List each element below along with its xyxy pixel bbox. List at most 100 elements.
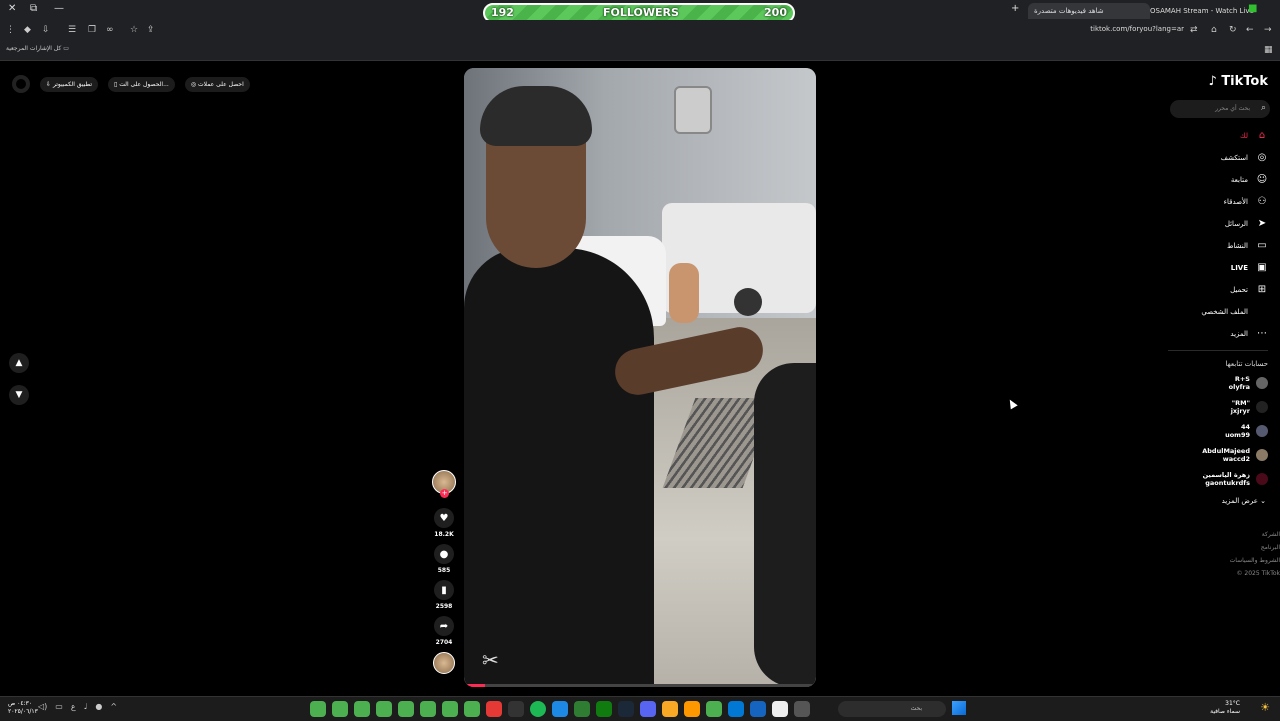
share-icon[interactable]: ⇪ (147, 25, 155, 35)
show-more-button[interactable]: ⌄ عرض المزيد (1222, 497, 1266, 505)
nav-upload[interactable]: ⊞ تحميل (1230, 284, 1268, 296)
tab-tiktok[interactable]: شاهد فيديوهات متصدرة (1028, 3, 1150, 19)
tray-app-icon[interactable]: ● (95, 702, 102, 711)
like-action[interactable]: ♥ 18.2K (428, 508, 460, 538)
keyboard-language-icon[interactable]: ع (71, 702, 76, 711)
calendar-icon[interactable] (772, 701, 788, 717)
chrome-icon[interactable] (706, 701, 722, 717)
get-coins-button[interactable]: ◎ احصل على عملات (184, 76, 250, 92)
back-icon[interactable]: → (1264, 25, 1272, 35)
follow-plus-icon[interactable]: + (440, 489, 449, 498)
minimize-window-icon[interactable]: — (54, 3, 64, 14)
footer-link-program[interactable]: البرنامج (1230, 541, 1280, 554)
chrome-icon[interactable] (310, 701, 326, 717)
chrome-icon[interactable] (376, 701, 392, 717)
account-name: زهرة الياسمين (1202, 471, 1250, 479)
video-progress-bar[interactable] (464, 684, 816, 687)
weather-widget[interactable]: 31°C سماء صافية (1210, 700, 1240, 716)
following-account[interactable]: "RM" jxjryr (1231, 399, 1268, 415)
copy-icon[interactable]: ❐ (88, 25, 96, 35)
restore-window-icon[interactable]: ⧉ (30, 3, 37, 14)
share-arrow-icon[interactable]: ➦ (434, 616, 454, 636)
xbox-icon[interactable] (596, 701, 612, 717)
bookmark-icon[interactable]: ▮ (434, 580, 454, 600)
apps-grid-icon[interactable]: ▦ (1264, 45, 1273, 55)
taskbar-clock[interactable]: ٠٤:٣٠ ص ٢٠٢٥/٠٦/١٣ (8, 700, 38, 716)
heart-icon[interactable]: ♥ (434, 508, 454, 528)
vlc-icon[interactable] (684, 701, 700, 717)
home-icon[interactable]: ⌂ (1211, 25, 1217, 35)
chrome-icon[interactable] (354, 701, 370, 717)
new-tab-icon[interactable]: + (1011, 3, 1019, 14)
chrome-icon[interactable] (332, 701, 348, 717)
sidepanel-icon[interactable]: ☰ (68, 25, 76, 35)
share-action[interactable]: ➦ 2704 (428, 616, 460, 646)
sound-disc-icon[interactable] (433, 652, 455, 674)
reload-icon[interactable]: ↻ (1229, 25, 1237, 35)
following-account[interactable]: R+S olyfra (1229, 375, 1268, 391)
taskbar-search[interactable]: بحث (838, 701, 946, 717)
nav-more[interactable]: ⋯ المزيد (1230, 328, 1268, 340)
following-account[interactable]: 44 uom99 (1225, 423, 1268, 439)
tray-overflow-icon[interactable]: ^ (110, 702, 117, 711)
footer-link-terms[interactable]: الشروط والسياسات (1230, 554, 1280, 567)
extension-icon[interactable]: ■ (1248, 3, 1257, 14)
following-account[interactable]: زهرة الياسمين gaontukrdfs (1203, 471, 1268, 487)
link-icon[interactable]: ∞ (106, 25, 114, 35)
steam-icon[interactable] (618, 701, 634, 717)
spotify-icon[interactable] (530, 701, 546, 717)
all-bookmarks[interactable]: كل الإشارات المرجعية ▭ (6, 45, 69, 52)
edge-icon[interactable] (750, 701, 766, 717)
save-action[interactable]: ▮ 2598 (428, 580, 460, 610)
download-icon[interactable]: ⇩ (42, 25, 50, 35)
discord-icon[interactable] (640, 701, 656, 717)
get-app-button[interactable]: ▯ الحصول على الت... (108, 76, 175, 92)
video-player[interactable]: ✂ (464, 68, 816, 687)
nav-explore[interactable]: ◎ استكشف (1221, 152, 1268, 164)
opera-icon[interactable] (486, 701, 502, 717)
search-icon[interactable]: ⌕ (1261, 103, 1266, 113)
previous-video-button[interactable]: ▲ (9, 353, 29, 373)
tune-icon[interactable]: ⇄ (1190, 25, 1198, 35)
following-account[interactable]: AbdulMajeed waccd2 (1202, 447, 1268, 463)
play-icon[interactable] (552, 701, 568, 717)
nav-messages[interactable]: ➤ الرسائل (1225, 218, 1268, 230)
nav-friends[interactable]: ⚇ الأصدقاء (1224, 196, 1268, 208)
footer-link-company[interactable]: الشركة (1230, 528, 1280, 541)
network-icon[interactable]: ▭ (55, 702, 63, 711)
nav-activity[interactable]: ▭ النشاط (1227, 240, 1268, 252)
forward-icon[interactable]: ← (1246, 25, 1254, 35)
tab-osamah-stream[interactable]: OSAMAH Stream - Watch Live (1144, 3, 1256, 19)
nav-live[interactable]: ▣ LIVE (1231, 262, 1268, 274)
star-icon[interactable]: ☆ (130, 25, 138, 35)
windows-start-icon[interactable] (952, 701, 966, 715)
address-bar[interactable]: tiktok.com/foryou?lang=ar (1090, 25, 1184, 33)
following-heading: حسابات تتابعها (1225, 360, 1268, 368)
tiktok-logo[interactable]: ♪ TikTok (1208, 74, 1268, 89)
mic-icon[interactable]: ♩ (84, 702, 88, 711)
next-video-button[interactable]: ▼ (9, 385, 29, 405)
chrome-icon[interactable] (398, 701, 414, 717)
friends-icon: ⚇ (1257, 196, 1267, 207)
nav-for-you[interactable]: ⌂ لك (1240, 130, 1268, 142)
extension-icon[interactable]: ◆ (24, 25, 31, 35)
nav-following[interactable]: ☺ متابعة (1231, 174, 1268, 186)
chrome-icon[interactable] (420, 701, 436, 717)
comment-action[interactable]: ● 585 (428, 544, 460, 574)
desktop-app-button[interactable]: ⇩ تطبيق الكمبيوتر (40, 76, 99, 92)
chrome-icon[interactable] (442, 701, 458, 717)
sheets-icon[interactable] (574, 701, 590, 717)
close-window-icon[interactable]: ✕ (8, 3, 16, 14)
chrome-icon[interactable] (464, 701, 480, 717)
app-icon[interactable] (794, 701, 810, 717)
folder-icon[interactable] (662, 701, 678, 717)
volume-icon[interactable]: ◁) (38, 702, 47, 711)
app-icon[interactable] (508, 701, 524, 717)
comment-icon[interactable]: ● (434, 544, 454, 564)
nav-profile[interactable]: الملف الشخصي (1201, 306, 1268, 318)
outlook-icon[interactable] (728, 701, 744, 717)
search-input[interactable]: بحث أي محرر (1170, 100, 1270, 118)
dark-mode-toggle[interactable] (12, 75, 30, 93)
menu-dots-icon[interactable]: ⋮ (6, 25, 15, 35)
creator-avatar[interactable]: + (432, 470, 456, 498)
